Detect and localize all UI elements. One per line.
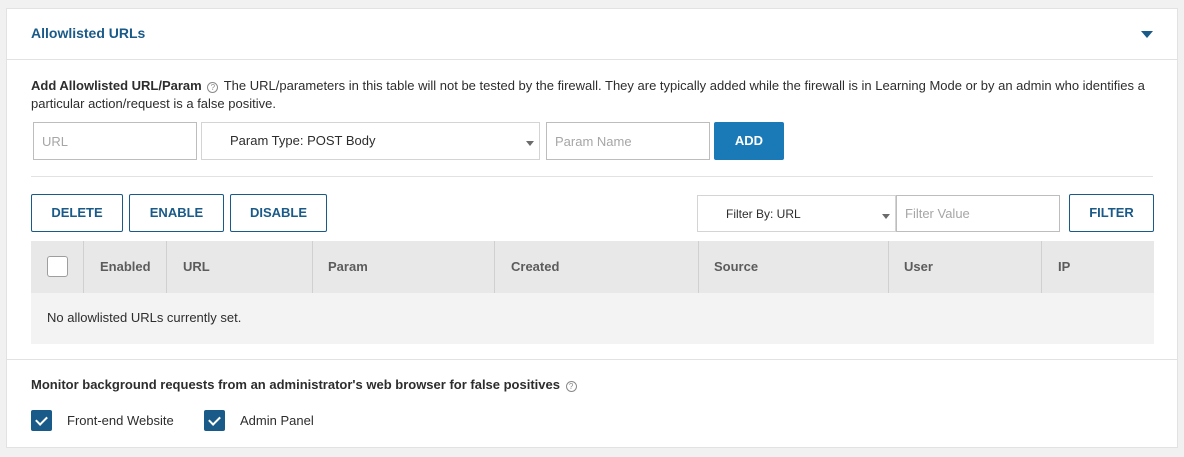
column-header-url[interactable]: URL <box>183 241 210 293</box>
column-divider <box>698 241 699 293</box>
delete-button[interactable]: DELETE <box>31 194 123 232</box>
column-header-param[interactable]: Param <box>328 241 368 293</box>
column-divider <box>494 241 495 293</box>
monitor-title: Monitor background requests from an admi… <box>31 377 579 392</box>
column-header-enabled[interactable]: Enabled <box>100 241 151 293</box>
section-divider <box>7 359 1177 360</box>
column-header-source[interactable]: Source <box>714 241 758 293</box>
filter-button[interactable]: FILTER <box>1069 194 1154 232</box>
column-header-user[interactable]: User <box>904 241 933 293</box>
help-icon[interactable]: ? <box>207 82 219 93</box>
column-divider <box>888 241 889 293</box>
param-type-select[interactable]: Param Type: POST Body <box>201 122 540 160</box>
front-end-website-label[interactable]: Front-end Website <box>67 413 174 428</box>
admin-panel-label[interactable]: Admin Panel <box>240 413 314 428</box>
param-name-input[interactable] <box>546 122 710 160</box>
column-header-created[interactable]: Created <box>511 241 559 293</box>
column-divider <box>83 241 84 293</box>
filter-by-value: Filter By: URL <box>726 207 801 221</box>
admin-panel-checkbox[interactable] <box>204 410 225 431</box>
section-divider <box>31 176 1153 177</box>
disable-button[interactable]: DISABLE <box>230 194 327 232</box>
column-divider <box>166 241 167 293</box>
collapse-caret-icon[interactable] <box>1141 31 1153 38</box>
front-end-website-checkbox[interactable] <box>31 410 52 431</box>
chevron-down-icon <box>526 141 534 146</box>
filter-value-input[interactable] <box>896 195 1060 232</box>
allowlisted-urls-panel: Allowlisted URLs Add Allowlisted URL/Par… <box>6 8 1178 448</box>
panel-header[interactable]: Allowlisted URLs <box>7 9 1177 60</box>
panel-title: Allowlisted URLs <box>31 25 146 41</box>
url-input[interactable] <box>33 122 197 160</box>
table-body: No allowlisted URLs currently set. <box>31 293 1154 344</box>
param-type-value: Param Type: POST Body <box>230 133 376 148</box>
add-allowlist-description: Add Allowlisted URL/Param ? The URL/para… <box>31 77 1151 113</box>
help-icon[interactable]: ? <box>565 381 577 392</box>
column-header-ip[interactable]: IP <box>1058 241 1070 293</box>
add-allowlist-heading: Add Allowlisted URL/Param <box>31 78 202 93</box>
table-header: Enabled URL Param Created Source User IP <box>31 241 1154 293</box>
chevron-down-icon <box>882 214 890 219</box>
column-divider <box>1041 241 1042 293</box>
column-divider <box>312 241 313 293</box>
select-all-checkbox[interactable] <box>47 256 68 277</box>
add-button[interactable]: ADD <box>714 122 784 160</box>
empty-table-message: No allowlisted URLs currently set. <box>47 310 242 325</box>
monitor-title-text: Monitor background requests from an admi… <box>31 377 560 392</box>
allowlist-table: Enabled URL Param Created Source User IP… <box>31 241 1154 344</box>
enable-button[interactable]: ENABLE <box>129 194 224 232</box>
filter-by-select[interactable]: Filter By: URL <box>697 195 896 232</box>
